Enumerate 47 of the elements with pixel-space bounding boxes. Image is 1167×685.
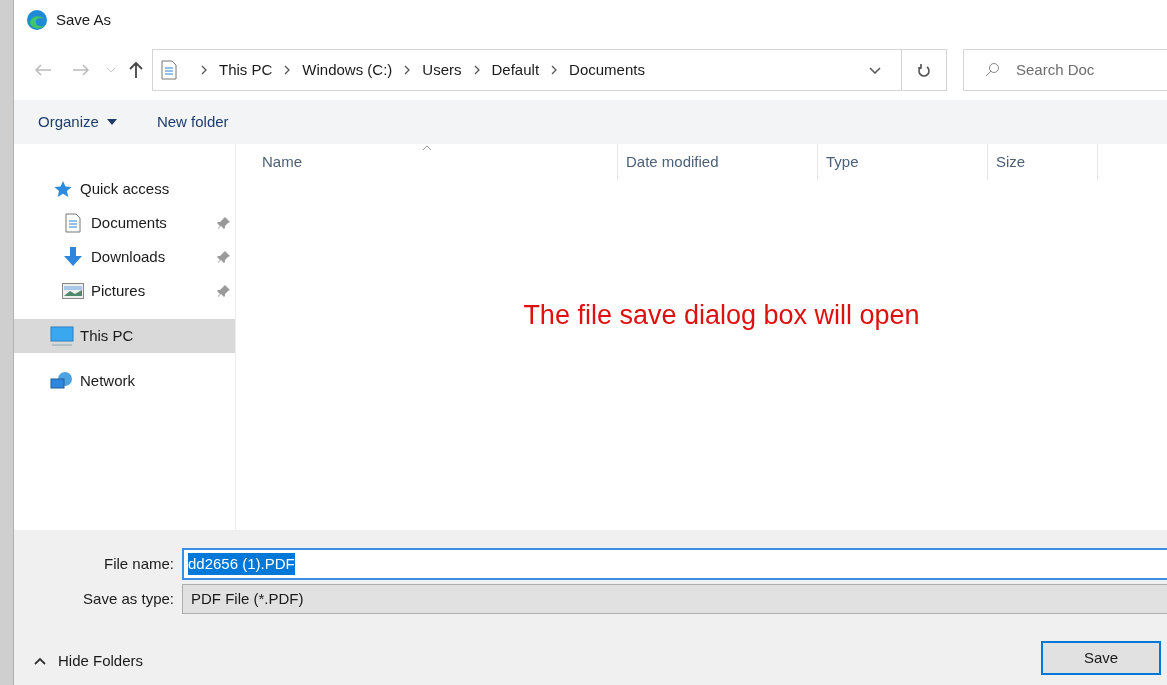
sidebar-item[interactable]: Network [14, 364, 235, 398]
sidebar-item[interactable]: Downloads [14, 240, 235, 274]
chevron-right-icon [284, 65, 291, 75]
chevron-right-icon [473, 65, 480, 75]
sidebar-item[interactable]: Pictures [14, 274, 235, 308]
save-button[interactable]: Save [1041, 641, 1161, 675]
network-icon [50, 371, 74, 391]
window-title: Save As [56, 9, 112, 30]
browser-logo-icon [26, 9, 48, 31]
sidebar-item[interactable]: This PC [14, 319, 235, 353]
breadcrumb-item[interactable]: Windows (C:) [302, 58, 393, 82]
chevron-down-icon[interactable] [869, 66, 881, 74]
chevron-up-icon [34, 656, 46, 665]
hide-folders-button[interactable]: Hide Folders [34, 649, 144, 672]
star-icon [52, 180, 72, 198]
save-type-dropdown[interactable]: PDF File (*.PDF) [182, 584, 1167, 614]
document-icon [161, 60, 177, 80]
refresh-icon[interactable] [917, 62, 931, 78]
chevron-right-icon [201, 65, 207, 75]
new-folder-button[interactable]: New folder [156, 110, 229, 134]
organize-button[interactable]: Organize [38, 110, 117, 134]
column-header[interactable]: Date modified [618, 144, 818, 180]
breadcrumb-item[interactable]: Default [491, 58, 540, 82]
breadcrumb-item[interactable]: Documents [569, 58, 645, 82]
annotation-text: The file save dialog box will open [523, 298, 920, 332]
breadcrumb-item[interactable]: Users [422, 58, 462, 82]
caret-icon [106, 119, 117, 125]
up-arrow-icon[interactable] [128, 61, 144, 79]
chevron-right-icon [551, 65, 558, 75]
field-label: Save as type: [82, 588, 175, 609]
field-label: File name: [102, 553, 175, 574]
sidebar-item[interactable]: Documents [14, 206, 235, 240]
file-name-field[interactable]: dd2656 (1).PDF [182, 548, 1167, 580]
search-field[interactable]: Search Doc [963, 49, 1167, 91]
column-header[interactable]: Size [988, 144, 1098, 180]
column-header[interactable]: Type [818, 144, 988, 180]
search-icon [984, 62, 1000, 78]
chevron-right-icon [404, 65, 411, 75]
monitor-icon [50, 326, 74, 346]
address-bar[interactable]: This PC Windows (C:) Users Default Documents [152, 49, 947, 91]
picture-icon [62, 283, 84, 299]
sidebar-item[interactable]: Quick access [14, 172, 235, 206]
sort-caret-icon [421, 145, 432, 151]
download-arrow-icon [62, 247, 84, 267]
document-icon [65, 213, 81, 233]
column-header[interactable]: Name [236, 144, 618, 180]
breadcrumb-item[interactable]: This PC [219, 58, 273, 82]
